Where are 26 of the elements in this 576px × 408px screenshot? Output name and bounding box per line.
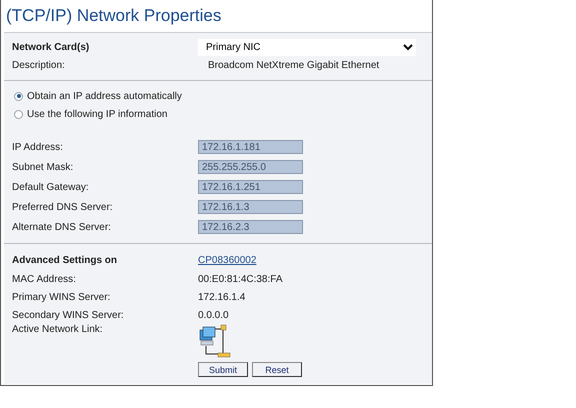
field-label: Description:	[12, 60, 66, 71]
field-label: Active Network Link:	[12, 324, 104, 335]
field-value: Broadcom NetXtreme Gigabit Ethernet	[207, 60, 380, 71]
field-label: MAC Address:	[12, 274, 77, 284]
radio-label: Obtain an IP address automatically	[27, 90, 182, 102]
field-label: Default Gateway:	[12, 182, 90, 192]
field-label: Alternate DNS Server:	[12, 222, 112, 232]
field-label: Secondary WINS Server:	[12, 310, 125, 320]
field-label: Preferred DNS Server:	[12, 202, 114, 212]
network-card-dropdown[interactable]: Primary NIC	[198, 38, 416, 56]
section-heading: Advanced Settings on	[12, 254, 118, 266]
field-label: Subnet Mask:	[12, 162, 74, 172]
radio-label: Use the following IP information	[27, 108, 168, 120]
form-button[interactable]: Submit	[198, 362, 248, 377]
field-label: Network Card(s)	[12, 42, 90, 52]
radio-button[interactable]	[14, 92, 23, 100]
network-link-icon	[198, 324, 232, 360]
field-label: IP Address:	[12, 142, 64, 152]
radio-button[interactable]	[14, 110, 23, 118]
page-title: (TCP/IP) Network Properties	[5, 5, 222, 27]
field-value: 00:E0:81:4C:38:FA	[198, 274, 284, 284]
form-button[interactable]: Reset	[252, 362, 302, 377]
computer-link[interactable]: CP08360002	[198, 254, 256, 266]
field-label: Primary WINS Server:	[12, 292, 112, 302]
field-value: 0.0.0.0	[198, 310, 230, 320]
field-value: 172.16.1.4	[198, 292, 246, 302]
